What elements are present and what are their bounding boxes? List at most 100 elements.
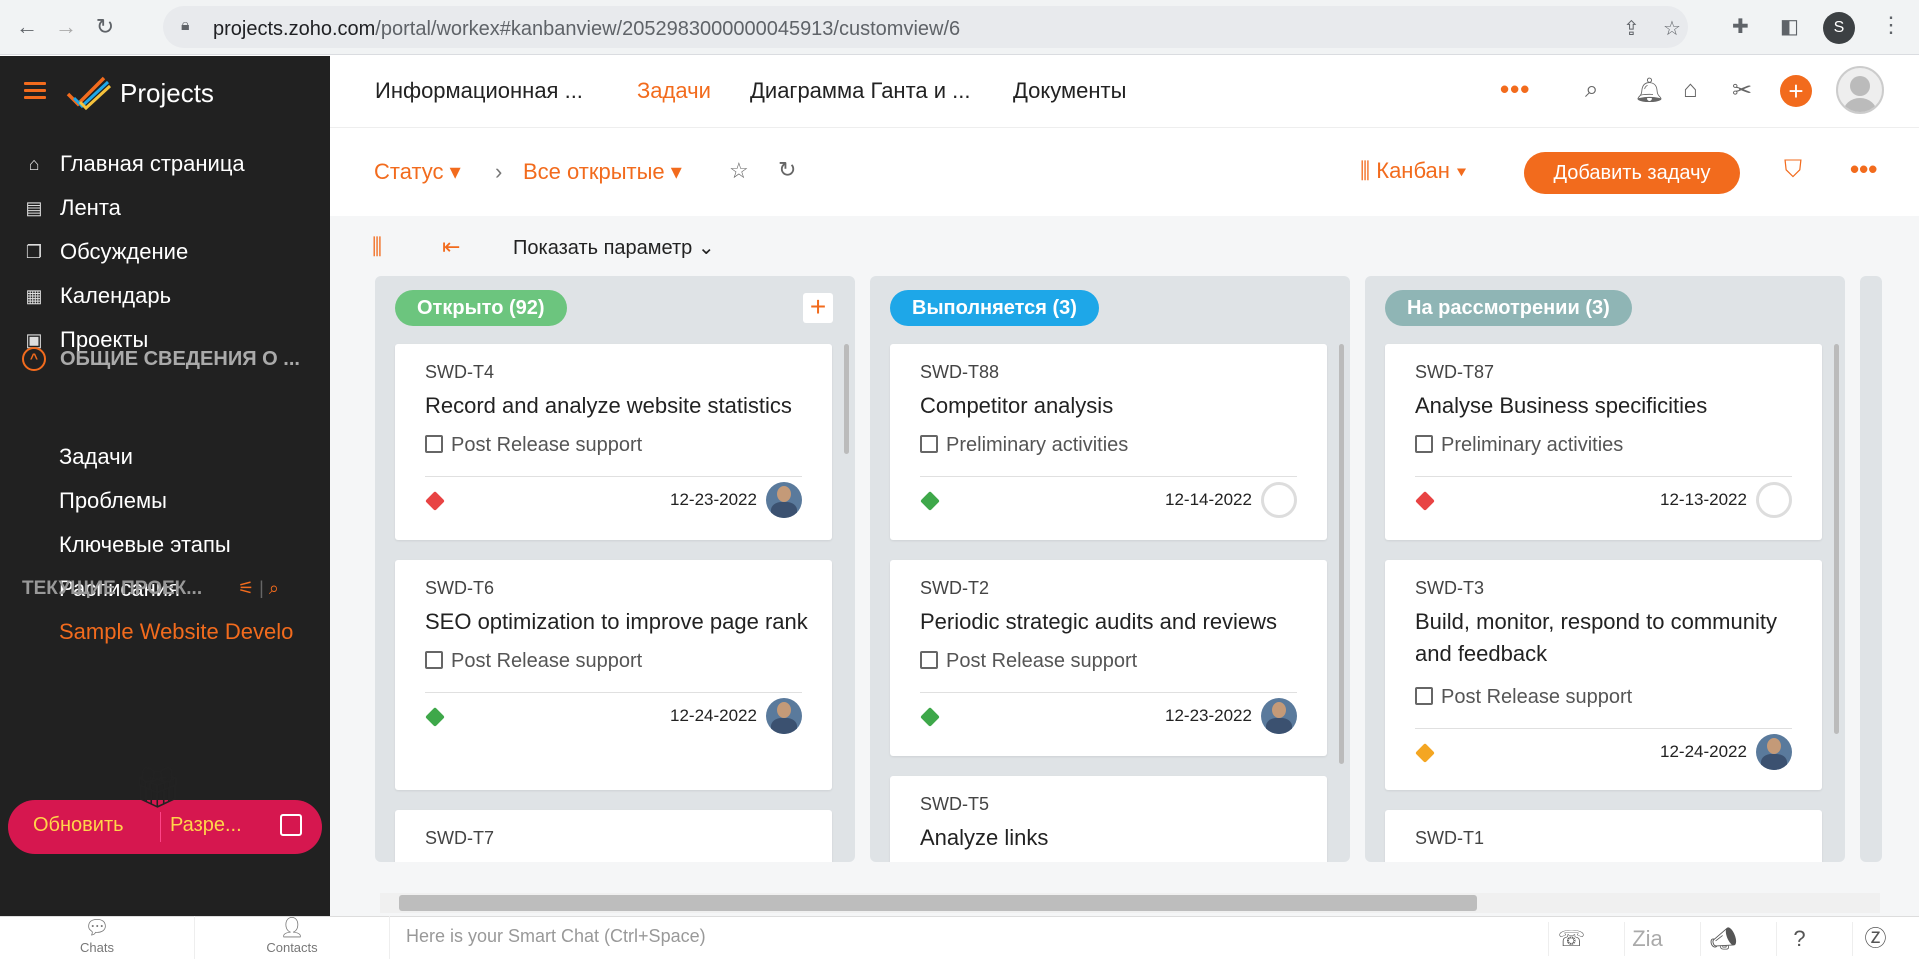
current-project-link[interactable]: Sample Website Develo <box>59 619 299 645</box>
section-header[interactable]: ^ ОБЩИЕ СВЕДЕНИЯ О ... <box>22 344 300 374</box>
note-icon[interactable] <box>280 814 302 836</box>
forward-icon[interactable]: → <box>49 10 83 44</box>
share-icon[interactable]: ⇪ <box>1623 16 1640 41</box>
task-list[interactable]: Post Release support <box>920 650 1137 673</box>
show-parameter-dropdown[interactable]: Показать параметр ⌄ <box>513 235 715 260</box>
search-icon[interactable]: ⌕ <box>269 578 279 598</box>
task-card[interactable]: SWD-T2 Periodic strategic audits and revi… <box>890 560 1327 756</box>
task-card[interactable]: SWD-T87 Analyse Business specificities Pre… <box>1385 344 1822 540</box>
more-tabs-button[interactable]: ••• <box>1500 74 1530 105</box>
scrollbar-thumb[interactable] <box>399 895 1477 911</box>
owner-avatar[interactable] <box>1756 734 1792 770</box>
sidebar-subitem[interactable]: Проблемы <box>59 488 167 514</box>
task-id[interactable]: SWD-T2 <box>920 578 989 599</box>
column-settings-icon[interactable]: ⫼ <box>372 234 382 260</box>
task-card[interactable]: SWD-T4 Record and analyze website statist… <box>395 344 832 540</box>
refresh-icon[interactable]: ↻ <box>778 157 796 183</box>
task-id[interactable]: SWD-T6 <box>425 578 494 599</box>
profile-avatar[interactable] <box>1836 66 1884 114</box>
reload-icon[interactable]: ↻ <box>88 10 122 44</box>
sidebar-item-discussion[interactable]: ❐ Обсуждение <box>22 236 188 268</box>
owner-avatar[interactable] <box>766 482 802 518</box>
address-bar[interactable]: 🔒︎ projects.zoho.com/portal/workex#kanba… <box>163 6 1688 48</box>
add-task-button[interactable]: Добавить задачу <box>1524 152 1740 194</box>
upgrade-button[interactable]: Обновить <box>33 814 124 837</box>
star-icon[interactable]: ☆ <box>1663 16 1681 41</box>
bell-icon[interactable]: 🔔︎ <box>1634 76 1664 105</box>
column-scrollbar[interactable] <box>844 344 849 454</box>
column-header-badge[interactable]: Открыто (92) <box>395 290 567 326</box>
sidebar-item-feed[interactable]: ▤ Лента <box>22 192 120 224</box>
tab-tasks[interactable]: Задачи <box>637 78 711 104</box>
task-title[interactable]: SEO optimization to improve page rank <box>425 606 820 638</box>
priority-icon[interactable] <box>920 707 940 727</box>
task-id[interactable]: SWD-T4 <box>425 362 494 383</box>
menu-icon[interactable]: ⋮ <box>1880 12 1902 38</box>
plus-icon[interactable]: + <box>1780 75 1812 107</box>
task-title[interactable]: Build, monitor, respond to community and… <box>1415 606 1810 670</box>
priority-icon[interactable] <box>1415 491 1435 511</box>
task-title[interactable]: Periodic strategic audits and reviews <box>920 606 1315 638</box>
task-card[interactable]: SWD-T88 Competitor analysis Preliminary ac… <box>890 344 1327 540</box>
column-header-badge[interactable]: На рассмотрении (3) <box>1385 290 1632 326</box>
task-list[interactable]: Post Release support <box>425 650 642 673</box>
hamburger-icon[interactable] <box>24 82 46 99</box>
zoho-icon[interactable]: Ⓩ <box>1852 922 1898 956</box>
owner-avatar[interactable] <box>1261 698 1297 734</box>
back-icon[interactable]: ← <box>10 10 44 44</box>
task-id[interactable]: SWD-T1 <box>1415 828 1484 849</box>
add-card-button[interactable]: + <box>803 293 833 323</box>
tab-dashboard[interactable]: Информационная ... <box>375 78 583 104</box>
due-date[interactable]: 12-23-2022 <box>670 490 757 510</box>
more-options-icon[interactable]: ••• <box>1850 154 1877 185</box>
due-date[interactable]: 12-14-2022 <box>1165 490 1252 510</box>
task-list[interactable]: Preliminary activities <box>920 434 1128 457</box>
filter-settings-icon[interactable]: ⚟ <box>238 578 254 598</box>
task-id[interactable]: SWD-T5 <box>920 794 989 815</box>
task-id[interactable]: SWD-T87 <box>1415 362 1494 383</box>
due-date[interactable]: 12-13-2022 <box>1660 490 1747 510</box>
favorite-star-icon[interactable]: ☆ <box>729 158 749 184</box>
sidebar-subitem[interactable]: Задачи <box>59 444 133 470</box>
sidepanel-icon[interactable]: ◧ <box>1780 14 1799 39</box>
task-id[interactable]: SWD-T7 <box>425 828 494 849</box>
collapse-icon[interactable]: ^ <box>22 347 46 371</box>
tab-documents[interactable]: Документы <box>1013 78 1126 104</box>
task-list[interactable]: Post Release support <box>425 434 642 457</box>
due-date[interactable]: 12-23-2022 <box>1165 706 1252 726</box>
search-icon[interactable]: ⌕ <box>1585 76 1598 104</box>
owner-avatar[interactable] <box>766 698 802 734</box>
owner-avatar[interactable] <box>1261 482 1297 518</box>
zia-icon[interactable]: Zia <box>1624 922 1670 956</box>
announcement-icon[interactable]: 📣︎ <box>1700 922 1746 956</box>
column-scrollbar[interactable] <box>1339 344 1344 764</box>
due-date[interactable]: 12-24-2022 <box>670 706 757 726</box>
due-date[interactable]: 12-24-2022 <box>1660 742 1747 762</box>
kanban-view-dropdown[interactable]: ⫼ Канбан ▾ <box>1360 158 1467 184</box>
column-scrollbar[interactable] <box>1834 344 1839 734</box>
support-icon[interactable]: ☏ <box>1548 922 1594 956</box>
sidebar-item-home[interactable]: ⌂ Главная страница <box>22 148 245 180</box>
app-title[interactable]: Projects <box>120 78 214 109</box>
extensions-icon[interactable]: ✚ <box>1732 14 1749 39</box>
help-icon[interactable]: ? <box>1776 922 1822 956</box>
tools-icon[interactable]: ✂ <box>1732 76 1752 105</box>
sidebar-item-calendar[interactable]: ▦ Календарь <box>22 280 171 312</box>
store-icon[interactable]: ⌂ <box>1683 76 1698 104</box>
status-dropdown[interactable]: Статус ▾ <box>374 159 461 185</box>
column-header-badge[interactable]: Выполняется (3) <box>890 290 1099 326</box>
horizontal-scrollbar[interactable] <box>380 893 1880 913</box>
priority-icon[interactable] <box>1415 743 1435 763</box>
smart-chat-input[interactable]: Here is your Smart Chat (Ctrl+Space) <box>406 926 706 947</box>
priority-icon[interactable] <box>425 707 445 727</box>
priority-icon[interactable] <box>425 491 445 511</box>
filter-icon[interactable]: ⛉ <box>1784 156 1802 184</box>
contacts-button[interactable]: 👤︎ Contacts <box>195 916 390 959</box>
task-id[interactable]: SWD-T88 <box>920 362 999 383</box>
task-title[interactable]: Competitor analysis <box>920 390 1315 422</box>
task-card[interactable]: SWD-T3 Build, monitor, respond to communi… <box>1385 560 1822 790</box>
task-title[interactable]: Analyse Business specificities <box>1415 390 1810 422</box>
chats-button[interactable]: 💬︎ Chats <box>0 916 195 959</box>
task-id[interactable]: SWD-T3 <box>1415 578 1484 599</box>
priority-icon[interactable] <box>920 491 940 511</box>
